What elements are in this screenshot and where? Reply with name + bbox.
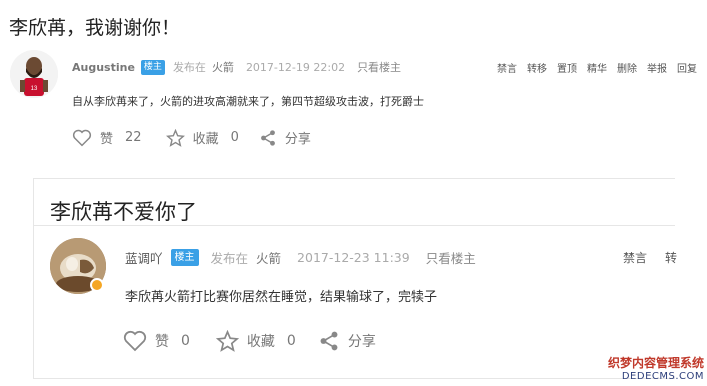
heart-icon [72, 129, 92, 146]
author-name[interactable]: Augustine [72, 61, 135, 74]
feature-button[interactable]: 精华 [587, 60, 607, 75]
mute-button[interactable]: 禁言 [623, 249, 647, 266]
favorite-count: 0 [286, 333, 296, 349]
page-title: 李欣苒，我谢谢你！ [9, 17, 181, 39]
share-icon [320, 331, 338, 351]
forum-link[interactable]: 火箭 [212, 59, 234, 75]
watermark-line1: 织梦内容管理系统 [607, 356, 704, 370]
post-action-bar: 赞 22 收藏 0 分享 [72, 128, 311, 147]
favorite-label: 收藏 [246, 334, 275, 350]
heart-icon [123, 330, 147, 352]
move-button[interactable]: 转移 [527, 60, 547, 75]
moderation-actions: 禁言 转移 置顶 精华 删除 举报 回复 [497, 60, 697, 75]
share-icon [260, 129, 275, 146]
posted-in-label: 发布在 [210, 251, 249, 266]
post-content: 自从李欣苒来了，火箭的进攻高潮就来了，第四节超级攻击波，打死爵士 [72, 95, 424, 108]
avatar[interactable] [50, 238, 106, 294]
like-label: 赞 [100, 132, 114, 147]
favorite-label: 收藏 [192, 132, 219, 147]
reply-meta: 蓝调吖 楼主 发布在 火箭 2017-12-23 11:39 只看楼主 [125, 248, 476, 267]
moderation-actions: 禁言 转 [623, 249, 677, 266]
like-count: 22 [125, 130, 142, 145]
owner-badge: 楼主 [140, 59, 165, 75]
share-label: 分享 [284, 132, 311, 147]
report-button[interactable]: 举报 [647, 60, 667, 75]
star-icon [165, 128, 185, 147]
player-avatar-icon: 13 [10, 50, 58, 98]
delete-button[interactable]: 删除 [617, 60, 637, 75]
owner-badge: 楼主 [170, 249, 199, 266]
share-button[interactable]: 分享 [259, 128, 311, 147]
timestamp: 2017-12-19 22:02 [245, 60, 346, 74]
reply-title: 李欣苒不爱你了 [50, 200, 197, 224]
site-watermark: 织梦内容管理系统 DEDECMS.COM [608, 357, 704, 382]
author-name[interactable]: 蓝调吖 [125, 248, 163, 267]
like-count: 0 [181, 333, 190, 349]
reply-action-bar: 赞 0 收藏 0 分享 [123, 330, 376, 352]
share-button[interactable]: 分享 [318, 330, 376, 352]
reply-content: 李欣苒火箭打比赛你居然在睡觉，结果输球了，完犊子 [125, 290, 438, 305]
favorite-count: 0 [230, 130, 239, 145]
divider [33, 378, 675, 379]
reply-button[interactable]: 回复 [677, 60, 697, 75]
forum-link[interactable]: 火箭 [256, 248, 281, 267]
only-owner-link[interactable]: 只看楼主 [426, 248, 476, 267]
share-label: 分享 [347, 334, 376, 350]
pin-button[interactable]: 置顶 [557, 60, 577, 75]
mute-button[interactable]: 禁言 [497, 60, 517, 75]
like-label: 赞 [155, 334, 169, 350]
move-button[interactable]: 转 [665, 249, 677, 266]
avatar[interactable]: 13 [10, 50, 58, 98]
only-owner-link[interactable]: 只看楼主 [357, 59, 401, 75]
svg-text:13: 13 [31, 86, 38, 92]
posted-in-label: 发布在 [172, 61, 206, 74]
watermark-line2: DEDECMS.COM [621, 371, 704, 382]
like-button[interactable]: 赞 22 [72, 128, 142, 147]
favorite-button[interactable]: 收藏 0 [165, 128, 239, 147]
verified-icon [90, 278, 104, 292]
post-meta: Augustine 楼主 发布在 火箭 2017-12-19 22:02 只看楼… [72, 59, 401, 75]
divider [33, 178, 34, 378]
favorite-button[interactable]: 收藏 0 [215, 330, 296, 352]
timestamp: 2017-12-23 11:39 [297, 250, 410, 265]
divider [33, 178, 675, 179]
star-icon [215, 330, 239, 352]
like-button[interactable]: 赞 0 [123, 330, 190, 352]
